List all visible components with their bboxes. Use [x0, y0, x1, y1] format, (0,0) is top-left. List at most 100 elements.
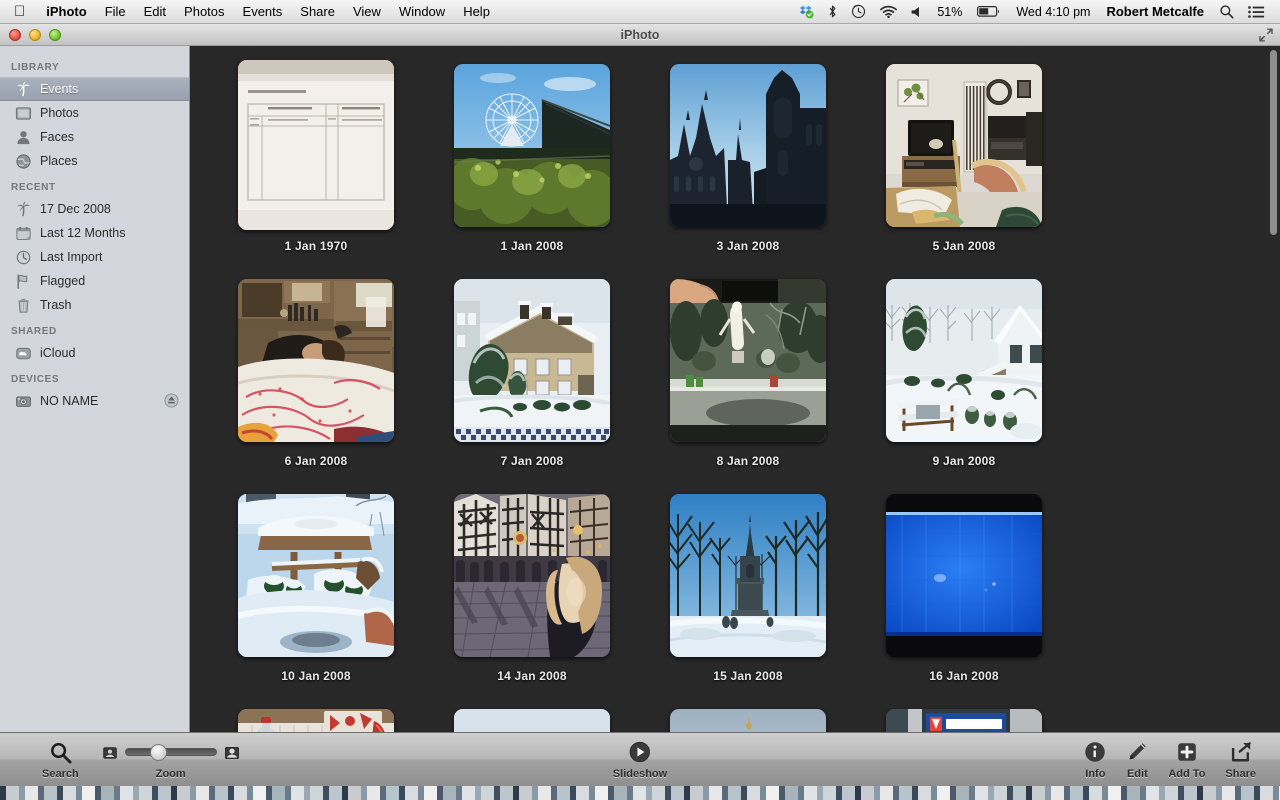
taskbar-window-chip[interactable]	[1146, 786, 1159, 800]
taskbar-window-chip[interactable]	[728, 786, 741, 800]
taskbar-window-chip[interactable]	[25, 786, 38, 800]
taskbar-window-chip[interactable]	[1032, 786, 1045, 800]
taskbar-window-chip[interactable]	[1222, 786, 1235, 800]
menu-edit[interactable]: Edit	[135, 1, 175, 23]
event-cell[interactable]: 8 Jan 2008	[640, 275, 856, 490]
event-thumbnail[interactable]	[454, 278, 610, 442]
taskbar-window-chip[interactable]	[690, 786, 703, 800]
event-thumbnail[interactable]	[886, 63, 1042, 227]
sidebar-item-no-name[interactable]: NO NAME	[0, 389, 189, 413]
search-button[interactable]: Search	[32, 739, 89, 780]
taskbar-window-chip[interactable]	[405, 786, 418, 800]
sidebar-item-trash[interactable]: Trash	[0, 293, 189, 317]
event-cell[interactable]: 6 Jan 2008	[208, 275, 424, 490]
taskbar-window-chip[interactable]	[234, 786, 247, 800]
battery-icon[interactable]	[970, 5, 1008, 18]
taskbar-window-chip[interactable]	[253, 786, 266, 800]
event-cell[interactable]: 16 Jan 2008	[856, 490, 1072, 705]
taskbar-window-chip[interactable]	[196, 786, 209, 800]
taskbar-window-chip[interactable]	[557, 786, 570, 800]
taskbar-window-chip[interactable]	[956, 786, 969, 800]
taskbar-window-chip[interactable]	[424, 786, 437, 800]
taskbar-window-chip[interactable]	[158, 786, 171, 800]
taskbar-window-chip[interactable]	[272, 786, 285, 800]
zoom-slider-knob[interactable]	[149, 744, 167, 761]
vertical-scrollbar[interactable]	[1269, 50, 1278, 756]
notification-center-icon[interactable]	[1241, 5, 1272, 19]
events-grid-view[interactable]: 1 Jan 1970 1 Jan 2008 3 Jan 2008 5 Jan 2…	[190, 46, 1280, 760]
taskbar-window-chip[interactable]	[120, 786, 133, 800]
edit-button[interactable]: Edit	[1116, 739, 1158, 780]
eject-icon[interactable]	[164, 393, 179, 408]
taskbar-window-chip[interactable]	[386, 786, 399, 800]
taskbar-window-chip[interactable]	[139, 786, 152, 800]
taskbar-window-chip[interactable]	[82, 786, 95, 800]
sidebar-item-last-import[interactable]: Last Import	[0, 245, 189, 269]
small-photo-icon[interactable]	[102, 746, 117, 759]
taskbar-window-chip[interactable]	[538, 786, 551, 800]
time-machine-icon[interactable]	[844, 4, 873, 19]
event-thumbnail[interactable]	[454, 63, 610, 227]
menu-view[interactable]: View	[344, 1, 390, 23]
event-cell[interactable]: 7 Jan 2008	[424, 275, 640, 490]
taskbar-window-chip[interactable]	[44, 786, 57, 800]
taskbar-window-chip[interactable]	[880, 786, 893, 800]
event-thumbnail[interactable]	[886, 278, 1042, 442]
dropbox-icon[interactable]	[792, 4, 821, 19]
window-title-bar[interactable]: iPhoto	[0, 24, 1280, 46]
taskbar-window-chip[interactable]	[1165, 786, 1178, 800]
taskbar-window-chip[interactable]	[1203, 786, 1216, 800]
sidebar-item-icloud[interactable]: iCloud	[0, 341, 189, 365]
taskbar-strip[interactable]	[0, 786, 1280, 800]
taskbar-window-chip[interactable]	[348, 786, 361, 800]
taskbar-window-chip[interactable]	[614, 786, 627, 800]
taskbar-window-chip[interactable]	[215, 786, 228, 800]
taskbar-window-chip[interactable]	[1127, 786, 1140, 800]
taskbar-window-chip[interactable]	[785, 786, 798, 800]
event-cell[interactable]: 1 Jan 2008	[424, 60, 640, 275]
menu-help[interactable]: Help	[454, 1, 499, 23]
taskbar-window-chip[interactable]	[1051, 786, 1064, 800]
event-thumbnail[interactable]	[238, 493, 394, 657]
event-thumbnail[interactable]	[670, 493, 826, 657]
taskbar-window-chip[interactable]	[519, 786, 532, 800]
user-menu[interactable]: Robert Metcalfe	[1098, 4, 1212, 19]
taskbar-window-chip[interactable]	[861, 786, 874, 800]
taskbar-window-chip[interactable]	[823, 786, 836, 800]
taskbar-window-chip[interactable]	[1070, 786, 1083, 800]
taskbar-window-chip[interactable]	[1184, 786, 1197, 800]
taskbar-window-chip[interactable]	[6, 786, 19, 800]
event-thumbnail[interactable]	[238, 60, 394, 230]
sidebar-item-places[interactable]: Places	[0, 149, 189, 173]
taskbar-window-chip[interactable]	[291, 786, 304, 800]
taskbar-window-chip[interactable]	[937, 786, 950, 800]
taskbar-window-chip[interactable]	[310, 786, 323, 800]
menu-events[interactable]: Events	[234, 1, 292, 23]
menu-window[interactable]: Window	[390, 1, 454, 23]
taskbar-window-chip[interactable]	[481, 786, 494, 800]
taskbar-window-chip[interactable]	[766, 786, 779, 800]
slideshow-button[interactable]: Slideshow	[603, 739, 677, 780]
event-thumbnail[interactable]	[886, 493, 1042, 657]
taskbar-window-chip[interactable]	[918, 786, 931, 800]
taskbar-window-chip[interactable]	[1108, 786, 1121, 800]
bluetooth-icon[interactable]	[821, 4, 844, 19]
clock-datetime[interactable]: Wed 4:10 pm	[1008, 5, 1098, 19]
sidebar-item-17-dec-2008[interactable]: 17 Dec 2008	[0, 197, 189, 221]
event-cell[interactable]: 15 Jan 2008	[640, 490, 856, 705]
wifi-icon[interactable]	[873, 5, 904, 19]
taskbar-window-chip[interactable]	[1260, 786, 1273, 800]
taskbar-window-chip[interactable]	[595, 786, 608, 800]
taskbar-window-chip[interactable]	[500, 786, 513, 800]
sidebar-item-faces[interactable]: Faces	[0, 125, 189, 149]
taskbar-window-chip[interactable]	[576, 786, 589, 800]
taskbar-window-chip[interactable]	[842, 786, 855, 800]
sidebar-item-last-12-months[interactable]: Last 12 Months	[0, 221, 189, 245]
info-button[interactable]: Info	[1074, 739, 1116, 780]
taskbar-window-chip[interactable]	[633, 786, 646, 800]
taskbar-window-chip[interactable]	[747, 786, 760, 800]
taskbar-window-chip[interactable]	[1013, 786, 1026, 800]
scrollbar-thumb[interactable]	[1270, 50, 1277, 235]
spotlight-search-icon[interactable]	[1212, 4, 1241, 19]
large-photo-icon[interactable]	[224, 746, 239, 760]
